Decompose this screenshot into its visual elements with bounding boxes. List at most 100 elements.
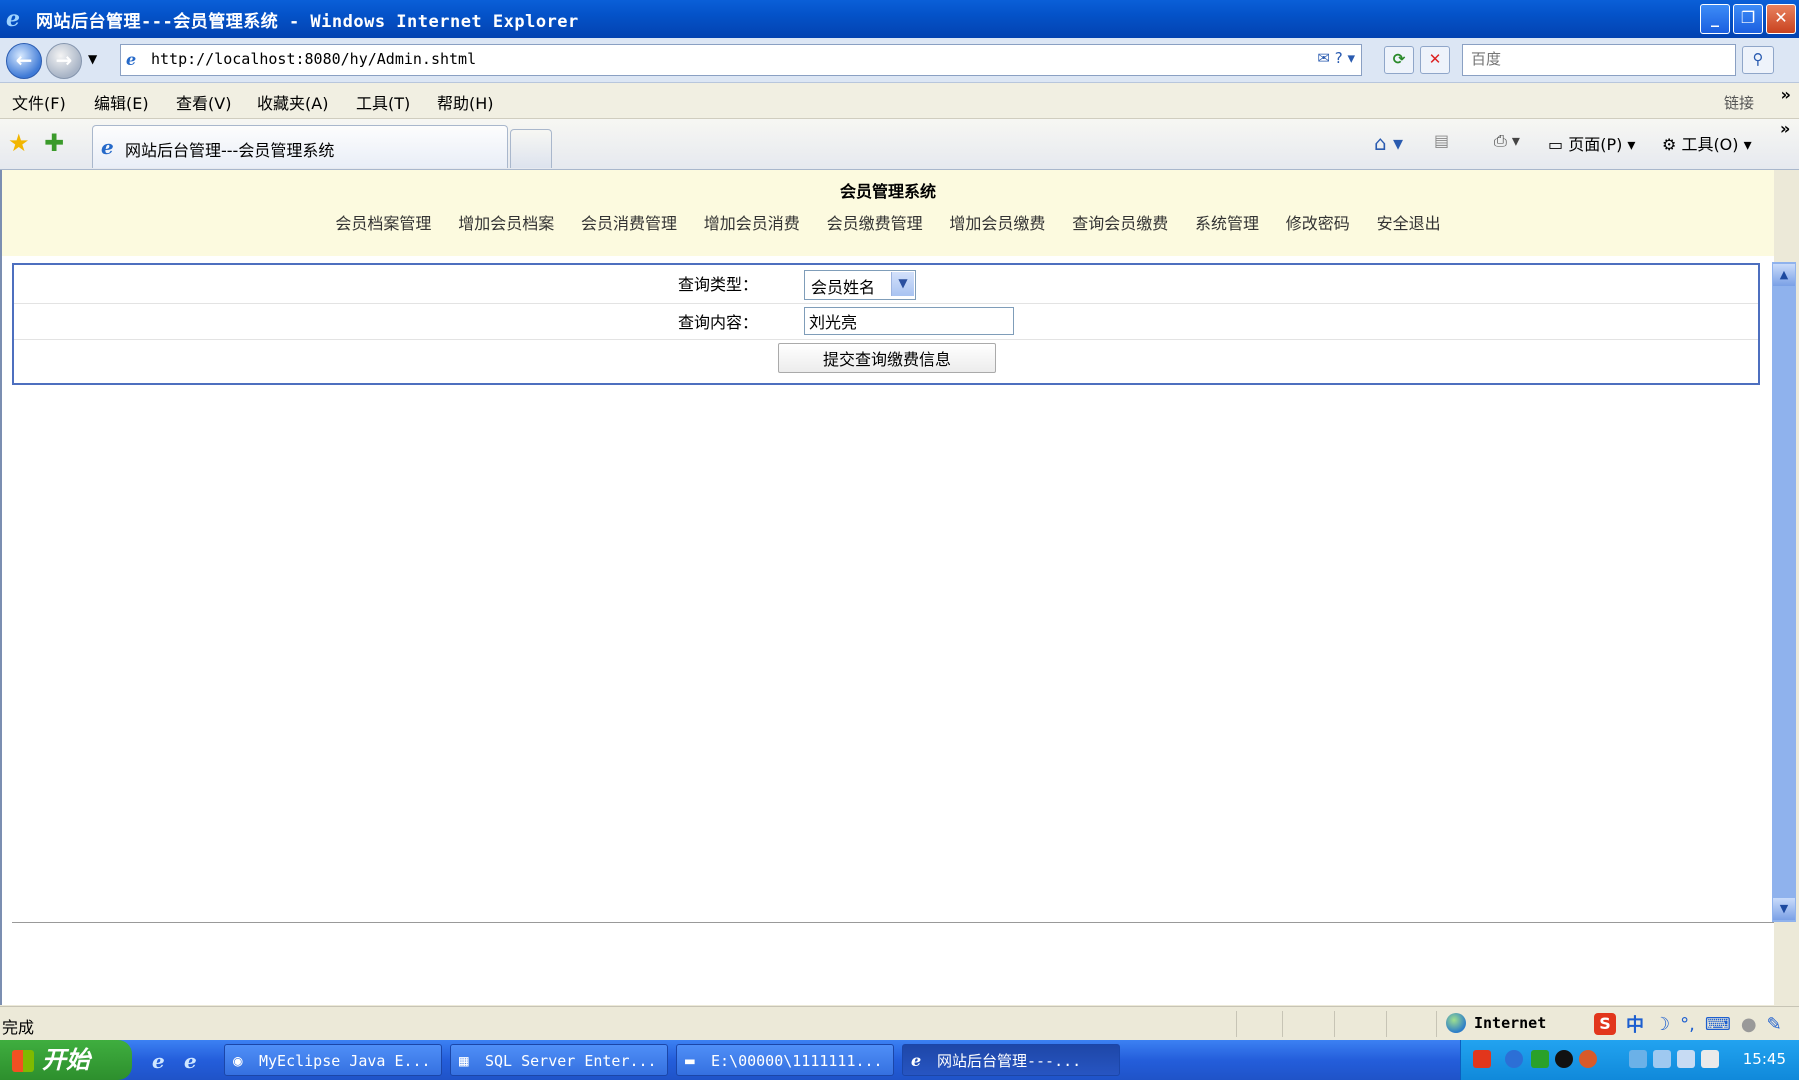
window-title: 网站后台管理---会员管理系统 - Windows Internet Explo… (36, 11, 579, 32)
task-label: MyEclipse Java E... (259, 1052, 431, 1070)
scroll-down-icon[interactable]: ▼ (1773, 898, 1795, 920)
new-tab-button[interactable] (510, 129, 552, 168)
favorites-star-icon[interactable]: ★ (8, 129, 30, 157)
links-label[interactable]: 链接 (1724, 92, 1754, 113)
punctuation-icon[interactable]: °, (1680, 1014, 1695, 1035)
divider (12, 922, 1774, 923)
print-icon[interactable]: ⎙ ▾ (1494, 131, 1520, 151)
history-dropdown-icon[interactable]: ▼ (88, 52, 97, 66)
nav-add-payment[interactable]: 增加会员缴费 (949, 210, 1045, 234)
nav-system-manage[interactable]: 系统管理 (1195, 210, 1259, 234)
menu-help[interactable]: 帮助(H) (437, 90, 494, 114)
minimize-button[interactable]: _ (1700, 4, 1730, 34)
start-button[interactable]: 开始 (0, 1040, 132, 1080)
start-label: 开始 (42, 1046, 90, 1074)
menu-favorites[interactable]: 收藏夹(A) (257, 90, 328, 114)
query-type-label: 查询类型： (677, 275, 758, 294)
tray-arrow-icon[interactable] (1505, 1050, 1523, 1068)
close-window-button[interactable]: ✕ (1766, 4, 1796, 34)
tab-label: 网站后台管理---会员管理系统 (125, 141, 335, 160)
menu-bar: 文件(F) 编辑(E) 查看(V) 收藏夹(A) 工具(T) 帮助(H) 链接 … (0, 83, 1799, 119)
qq-tray-icon[interactable] (1555, 1050, 1573, 1068)
ime-toolbar: S 中 ☽ °, ⌨ ● ✎ (1594, 1010, 1794, 1038)
sogou-icon[interactable]: S (1594, 1013, 1616, 1035)
nav-payment-manage[interactable]: 会员缴费管理 (827, 210, 923, 234)
chevron-down-icon[interactable]: ▼ (891, 272, 914, 296)
nav-add-consumption[interactable]: 增加会员消费 (704, 210, 800, 234)
user-icon[interactable]: ● (1741, 1014, 1757, 1035)
address-field[interactable]: e http://localhost:8080/hy/Admin.shtml ✉… (120, 44, 1362, 76)
user-tray-icon[interactable] (1629, 1050, 1647, 1068)
vertical-scrollbar[interactable]: ▲ ▼ (1772, 262, 1796, 922)
nav-member-archive[interactable]: 会员档案管理 (335, 210, 431, 234)
maximize-button[interactable]: ❐ (1733, 4, 1763, 34)
menu-edit[interactable]: 编辑(E) (94, 90, 149, 114)
chevron-more-icon[interactable]: » (1781, 85, 1791, 104)
status-separator (1334, 1011, 1335, 1037)
quicklaunch-ie-icon[interactable]: e (152, 1049, 165, 1073)
nav-query-payment[interactable]: 查询会员缴费 (1072, 210, 1168, 234)
task-myeclipse[interactable]: ◉ MyEclipse Java E... (224, 1044, 442, 1076)
search-input[interactable] (1469, 45, 1703, 73)
page-icon: e (126, 50, 137, 69)
refresh-button[interactable]: ⟳ (1384, 46, 1414, 74)
tab-bar: ★ ✚ e 网站后台管理---会员管理系统 ⌂ ▾ ▤ ⎙ ▾ ▭ 页面(P) … (0, 119, 1799, 170)
nav-logout[interactable]: 安全退出 (1377, 210, 1441, 234)
form-row-type: 查询类型： 会员姓名 ▼ (14, 265, 1758, 304)
task-ie-admin[interactable]: e 网站后台管理---... (902, 1044, 1120, 1076)
nav-consumption-manage[interactable]: 会员消费管理 (581, 210, 677, 234)
ie-tab-icon: e (101, 135, 114, 159)
nav-change-password[interactable]: 修改密码 (1286, 210, 1350, 234)
task-label: 网站后台管理---... (937, 1052, 1082, 1070)
system-title: 会员管理系统 (839, 182, 936, 201)
home-icon[interactable]: ⌂ ▾ (1374, 131, 1403, 155)
form-row-submit: 提交查询缴费信息 (14, 339, 1758, 379)
menu-file[interactable]: 文件(F) (12, 90, 66, 114)
wrench-icon[interactable]: ✎ (1767, 1014, 1782, 1035)
tray-network-icon[interactable] (1653, 1050, 1671, 1068)
tray-app-icon[interactable] (1579, 1050, 1597, 1068)
feeds-icon[interactable]: ▤ (1434, 131, 1449, 150)
scroll-up-icon[interactable]: ▲ (1773, 264, 1795, 286)
query-form: 查询类型： 会员姓名 ▼ 查询内容： 提交查询缴费信息 (12, 263, 1760, 385)
query-type-select[interactable]: 会员姓名 ▼ (804, 270, 916, 300)
search-box[interactable] (1462, 44, 1736, 76)
query-content-input[interactable] (804, 307, 1014, 335)
query-content-label: 查询内容： (677, 313, 758, 332)
nav-add-member-archive[interactable]: 增加会员档案 (458, 210, 554, 234)
task-explorer-folder[interactable]: ▬ E:\00000\1111111... (676, 1044, 894, 1076)
status-separator (1236, 1011, 1237, 1037)
tab-active[interactable]: e 网站后台管理---会员管理系统 (92, 125, 508, 168)
stop-button[interactable]: ✕ (1420, 46, 1450, 74)
ie-task-icon: e (911, 1051, 922, 1070)
status-separator (1386, 1011, 1387, 1037)
menu-tools[interactable]: 工具(T) (356, 90, 410, 114)
zone-label: Internet (1474, 1014, 1547, 1032)
sogou-tray-icon[interactable] (1473, 1050, 1491, 1068)
moon-icon[interactable]: ☽ (1654, 1014, 1670, 1035)
network-tray-icon[interactable] (1531, 1050, 1549, 1068)
internet-zone-icon (1446, 1013, 1466, 1033)
page-icon-small: ▭ (1548, 135, 1569, 154)
task-sqlserver[interactable]: ▦ SQL Server Enter... (450, 1044, 668, 1076)
windows-logo-icon (12, 1050, 34, 1072)
query-type-value: 会员姓名 (811, 278, 876, 297)
page-menu-button[interactable]: ▭ 页面(P) ▾ (1548, 131, 1635, 155)
compat-view-icon[interactable]: ✉ ? ▾ (1317, 49, 1355, 67)
tools-menu-button[interactable]: ⚙ 工具(O) ▾ (1662, 131, 1752, 155)
search-icon[interactable]: ⚲ (1742, 46, 1774, 74)
forward-button[interactable]: → (46, 43, 82, 79)
chevron-more-icon[interactable]: » (1780, 119, 1790, 138)
back-button[interactable]: ← (6, 43, 42, 79)
menu-view[interactable]: 查看(V) (176, 90, 231, 114)
display-tray-icon[interactable] (1677, 1050, 1695, 1068)
quicklaunch-ie2-icon[interactable]: e (184, 1049, 197, 1073)
add-favorite-icon[interactable]: ✚ (44, 129, 64, 157)
submit-query-button[interactable]: 提交查询缴费信息 (778, 343, 996, 373)
ime-mode[interactable]: 中 (1626, 1011, 1644, 1037)
volume-tray-icon[interactable] (1701, 1050, 1719, 1068)
tools-menu-label: 工具(O) (1681, 135, 1739, 154)
keyboard-icon[interactable]: ⌨ (1705, 1014, 1731, 1035)
address-url: http://localhost:8080/hy/Admin.shtml (151, 50, 477, 68)
sqlserver-icon: ▦ (459, 1051, 469, 1070)
